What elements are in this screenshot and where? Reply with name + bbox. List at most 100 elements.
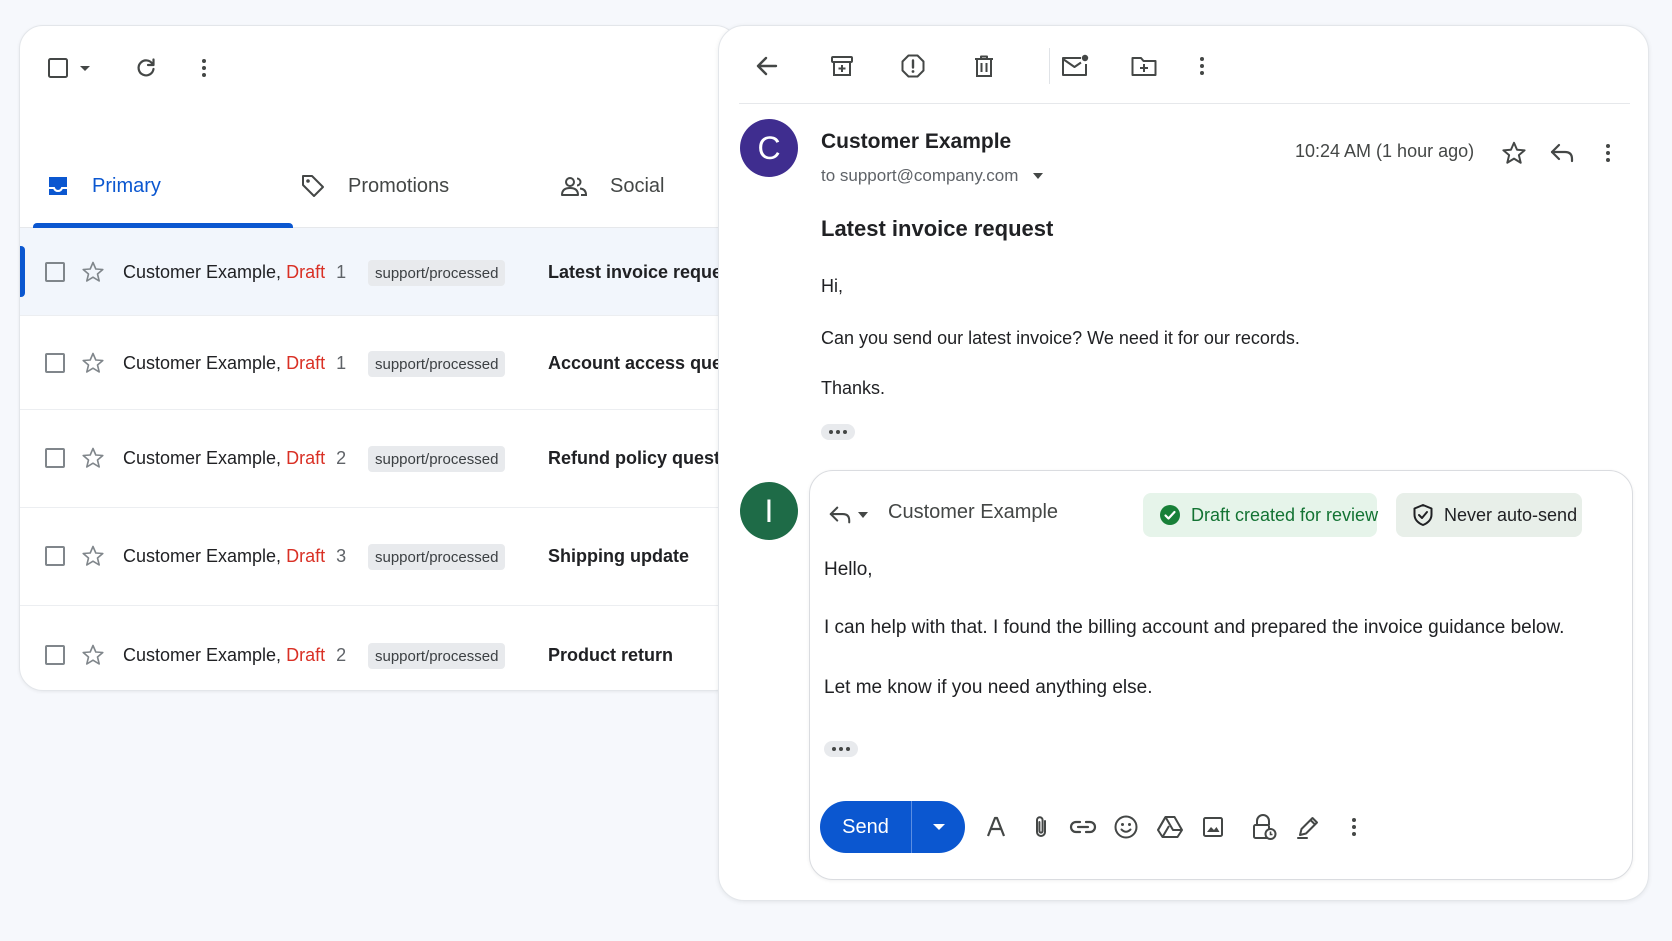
star-icon[interactable] <box>81 351 105 375</box>
drive-icon[interactable] <box>1153 811 1187 843</box>
reply-avatar[interactable]: I <box>740 482 798 540</box>
star-icon[interactable] <box>81 446 105 470</box>
row-sender: Customer Example, Draft 1 <box>123 262 346 283</box>
report-spam-icon[interactable] <box>895 48 931 84</box>
sender-name: Customer Example, <box>123 546 282 566</box>
reply-compose: Customer Example Draft created for revie… <box>809 470 1633 880</box>
sender-name[interactable]: Customer Example <box>821 130 1011 154</box>
draft-tag: Draft <box>286 448 326 468</box>
attach-file-icon[interactable] <box>1025 811 1057 843</box>
insert-link-icon[interactable] <box>1066 811 1100 843</box>
emoji-icon[interactable] <box>1110 811 1142 843</box>
tab-label: Promotions <box>348 174 450 197</box>
sender-avatar[interactable]: C <box>740 119 798 177</box>
select-dropdown-caret-icon[interactable] <box>74 56 96 80</box>
email-row[interactable]: Customer Example, Draft 2 support/proces… <box>20 410 738 508</box>
signature-pen-icon[interactable] <box>1292 811 1324 843</box>
draft-review-badge: Draft created for review <box>1143 493 1378 537</box>
toolbar-divider <box>1049 48 1050 84</box>
reply-icon[interactable] <box>1545 136 1579 170</box>
people-icon <box>560 174 588 198</box>
chevron-down-icon[interactable] <box>1032 171 1044 181</box>
mark-unread-icon[interactable] <box>1055 48 1095 84</box>
row-checkbox[interactable] <box>45 448 65 468</box>
inbox-panel: Primary Promotions Social Customer Examp… <box>19 25 739 691</box>
message-greeting: Hi, <box>821 276 843 296</box>
email-row[interactable]: Customer Example, Draft 1 support/proces… <box>20 228 738 316</box>
email-list: Customer Example, Draft 1 support/proces… <box>20 228 738 690</box>
message-panel: C Customer Example to support@company.co… <box>718 25 1649 901</box>
row-sender: Customer Example, Draft 3 <box>123 546 346 567</box>
tab-promotions[interactable]: Promotions <box>300 144 449 228</box>
row-checkbox[interactable] <box>45 546 65 566</box>
formatting-options-icon[interactable] <box>980 811 1012 843</box>
move-to-folder-icon[interactable] <box>1124 48 1164 84</box>
refresh-icon[interactable] <box>130 52 162 84</box>
reply-recipient[interactable]: Customer Example <box>888 501 1058 524</box>
label-chip[interactable]: support/processed <box>368 351 506 377</box>
draft-tag: Draft <box>286 645 326 665</box>
tab-social[interactable]: Social <box>560 144 664 228</box>
email-row[interactable]: Customer Example, Draft 1 support/proces… <box>20 316 738 410</box>
thread-count: 2 <box>336 645 347 665</box>
tab-label: Primary <box>92 174 161 197</box>
shield-check-icon <box>1412 503 1434 527</box>
insert-photo-icon[interactable] <box>1197 811 1229 843</box>
show-trimmed-content-button[interactable] <box>821 424 855 440</box>
star-icon[interactable] <box>81 544 105 568</box>
tab-primary[interactable]: Primary <box>46 144 161 228</box>
send-button-group: Send <box>820 801 965 853</box>
sender-name: Customer Example, <box>123 645 282 665</box>
never-auto-send-badge: Never auto-send <box>1396 493 1582 537</box>
reply-body-line[interactable]: I can help with that. I found the billin… <box>824 617 1564 639</box>
more-vert-icon[interactable] <box>1591 136 1625 170</box>
thread-count: 1 <box>336 262 347 282</box>
archive-icon[interactable] <box>824 48 860 84</box>
show-trimmed-content-button[interactable] <box>824 741 858 757</box>
message-toolbar <box>739 26 1630 104</box>
row-subject: Shipping update <box>548 546 689 566</box>
delete-icon[interactable] <box>966 48 1002 84</box>
sender-name: Customer Example, <box>123 262 282 282</box>
row-subject: Latest invoice request <box>548 262 739 282</box>
star-icon[interactable] <box>81 260 105 284</box>
reply-type-icon[interactable] <box>826 501 854 529</box>
more-options-icon[interactable] <box>1338 811 1370 843</box>
thread-count: 3 <box>336 546 347 566</box>
label-chip[interactable]: support/processed <box>368 446 506 472</box>
message-subject: Latest invoice request <box>821 216 1054 241</box>
message-signoff: Thanks. <box>821 378 886 398</box>
inbox-icon <box>46 174 70 198</box>
label-chip[interactable]: support/processed <box>368 260 506 286</box>
email-row[interactable]: Customer Example, Draft 3 support/proces… <box>20 508 738 606</box>
badge-label: Never auto-send <box>1444 504 1578 525</box>
chevron-down-icon[interactable] <box>854 505 872 525</box>
message-body-line: Can you send our latest invoice? We need… <box>821 328 1300 348</box>
confidential-mode-icon[interactable] <box>1248 811 1280 843</box>
star-icon[interactable] <box>81 643 105 667</box>
row-subject: Refund policy question <box>548 448 739 468</box>
row-checkbox[interactable] <box>45 645 65 665</box>
label-chip[interactable]: support/processed <box>368 643 506 669</box>
send-button[interactable]: Send <box>820 801 912 853</box>
recipient-line[interactable]: to support@company.com <box>821 166 1044 186</box>
selected-row-indicator <box>20 246 25 297</box>
row-checkbox[interactable] <box>45 353 65 373</box>
back-arrow-icon[interactable] <box>749 48 785 84</box>
email-row[interactable]: Customer Example, Draft 2 support/proces… <box>20 606 738 690</box>
more-vert-icon[interactable] <box>188 52 220 84</box>
row-subject: Account access question <box>548 353 738 373</box>
star-icon[interactable] <box>1497 136 1531 170</box>
label-chip[interactable]: support/processed <box>368 544 506 570</box>
reply-body-line[interactable]: Let me know if you need anything else. <box>824 677 1152 699</box>
row-checkbox[interactable] <box>45 262 65 282</box>
check-circle-icon <box>1159 504 1181 526</box>
sender-name: Customer Example, <box>123 448 282 468</box>
draft-tag: Draft <box>286 353 326 373</box>
inbox-tabs: Primary Promotions Social <box>20 144 738 228</box>
sender-name: Customer Example, <box>123 353 282 373</box>
send-options-button[interactable] <box>912 801 965 853</box>
reply-greeting[interactable]: Hello, <box>824 559 873 581</box>
select-all-checkbox[interactable] <box>44 54 72 82</box>
more-vert-icon[interactable] <box>1184 48 1220 84</box>
